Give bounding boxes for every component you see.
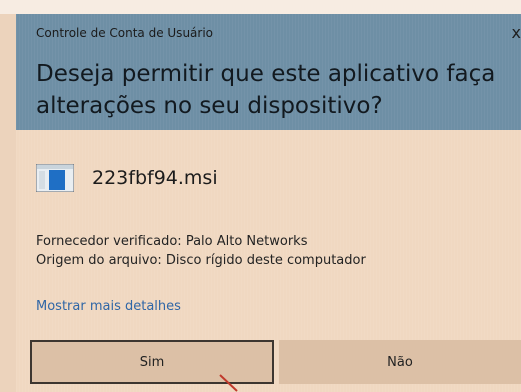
left-edge	[0, 14, 16, 392]
file-name: 223fbf94.msi	[92, 167, 218, 189]
dialog-title: Controle de Conta de Usuário	[36, 26, 214, 40]
dialog-question: Deseja permitir que este aplicativo faça…	[36, 61, 496, 119]
yes-button-label: Sim	[139, 354, 165, 370]
publisher-info: Fornecedor verificado: Palo Alto Network…	[36, 232, 366, 270]
no-button[interactable]: Não	[279, 340, 521, 384]
origin-text: Origem do arquivo: Disco rígido deste co…	[36, 253, 366, 268]
no-button-label: Não	[387, 354, 413, 370]
publisher-text: Fornecedor verificado: Palo Alto Network…	[36, 234, 308, 249]
dialog-content: 223fbf94.msi Fornecedor verificado: Palo…	[16, 130, 521, 392]
close-icon[interactable]: x	[507, 23, 521, 42]
more-details-link[interactable]: Mostrar mais detalhes	[36, 299, 181, 314]
top-strip	[0, 0, 521, 14]
mouse-cursor-icon	[219, 374, 238, 392]
dialog-header: Controle de Conta de Usuário x Deseja pe…	[16, 14, 521, 130]
file-row: 223fbf94.msi	[35, 163, 218, 193]
installer-file-icon	[35, 163, 75, 193]
